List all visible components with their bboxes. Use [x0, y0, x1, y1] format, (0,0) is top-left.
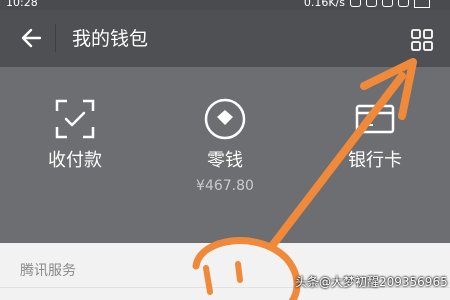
change-amount: ¥467.80: [196, 178, 254, 194]
bank-card-entry[interactable]: 银行卡: [300, 67, 450, 243]
status-time: 10:28: [6, 0, 38, 9]
bank-card-label: 银行卡: [348, 150, 402, 171]
change-entry[interactable]: 零钱 ¥467.80: [150, 67, 300, 243]
bluetooth-icon: [350, 0, 361, 7]
watermark: 头条@大梦初醒209356965: [295, 275, 448, 289]
scan-pay-icon: [55, 99, 95, 139]
back-arrow-icon: [21, 28, 42, 48]
services-section: 腾讯服务: [0, 243, 450, 300]
pay-receive-entry[interactable]: 收付款: [0, 67, 150, 243]
services-title: 腾讯服务: [20, 263, 76, 279]
status-bar: 10:28 0.16K/s: [0, 0, 450, 10]
status-icons: 0.16K/s: [304, 0, 430, 9]
page-title: 我的钱包: [72, 28, 149, 50]
header-divider: [55, 24, 56, 52]
wallet-panel: 收付款 零钱 ¥467.80 银行卡: [0, 67, 450, 243]
bank-card-icon: [355, 104, 395, 134]
signal-icon: [398, 0, 409, 7]
back-button[interactable]: [18, 24, 46, 52]
header-bar: 我的钱包: [0, 10, 450, 67]
network-speed: 0.16K/s: [303, 0, 345, 9]
alarm-icon: [366, 0, 377, 7]
wifi-icon: [382, 0, 393, 7]
grid-icon: [411, 29, 433, 51]
change-wallet-icon: [204, 98, 246, 140]
battery-icon: [414, 0, 430, 8]
change-label: 零钱: [207, 150, 243, 171]
pay-receive-label: 收付款: [48, 150, 102, 171]
more-menu-button[interactable]: [410, 28, 434, 52]
